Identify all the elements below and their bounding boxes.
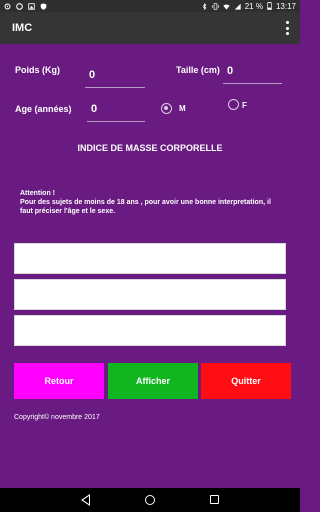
wifi-icon [223, 3, 230, 10]
more-vert-icon[interactable] [284, 21, 290, 35]
result-box-2 [14, 279, 286, 310]
battery-icon [267, 2, 272, 10]
status-notification-icons [4, 1, 47, 11]
recents-nav-icon[interactable] [210, 495, 219, 504]
signal-icon [234, 3, 241, 10]
height-label: Taille (cm) [176, 65, 220, 75]
back-nav-icon[interactable] [81, 494, 90, 506]
back-button[interactable]: Retour [14, 363, 104, 399]
sex-male-label: M [179, 104, 186, 113]
age-field[interactable]: 0 [87, 100, 145, 122]
sex-female-label: F [242, 101, 247, 110]
app-title: IMC [12, 22, 33, 34]
vibrate-icon [212, 2, 219, 10]
show-button[interactable]: Afficher [108, 363, 198, 399]
result-box-3 [14, 315, 286, 346]
result-box-1 [14, 243, 286, 274]
weight-label: Poids (Kg) [15, 65, 60, 75]
weight-field[interactable]: 0 [85, 66, 145, 88]
circle-icon [16, 2, 23, 10]
attention-title: Attention ! [20, 190, 55, 197]
attention-notice: Attention ! Pour des sujets de moins de … [20, 189, 282, 216]
home-nav-icon[interactable] [145, 495, 155, 505]
bluetooth-icon [202, 2, 207, 10]
shield-icon [40, 2, 47, 10]
age-label: Age (années) [15, 104, 72, 114]
quit-button[interactable]: Quitter [201, 363, 291, 399]
status-bar: 21 % 13:17 [0, 0, 300, 12]
navigation-bar [0, 488, 300, 512]
attention-body: Pour des sujets de moins de 18 ans , pou… [20, 199, 271, 215]
settings-icon [4, 3, 11, 9]
sex-male-radio[interactable] [161, 103, 172, 114]
battery-percent: 21 % [244, 1, 263, 11]
app-bar: IMC [0, 12, 300, 44]
image-icon [28, 2, 35, 10]
clock: 13:17 [275, 1, 296, 11]
height-field[interactable]: 0 [223, 62, 282, 84]
status-system-icons: 21 % 13:17 [201, 0, 296, 12]
page-heading: INDICE DE MASSE CORPORELLE [77, 143, 223, 153]
copyright-text: Copyright© novembre 2017 [14, 414, 100, 421]
sex-female-radio[interactable] [228, 99, 239, 110]
